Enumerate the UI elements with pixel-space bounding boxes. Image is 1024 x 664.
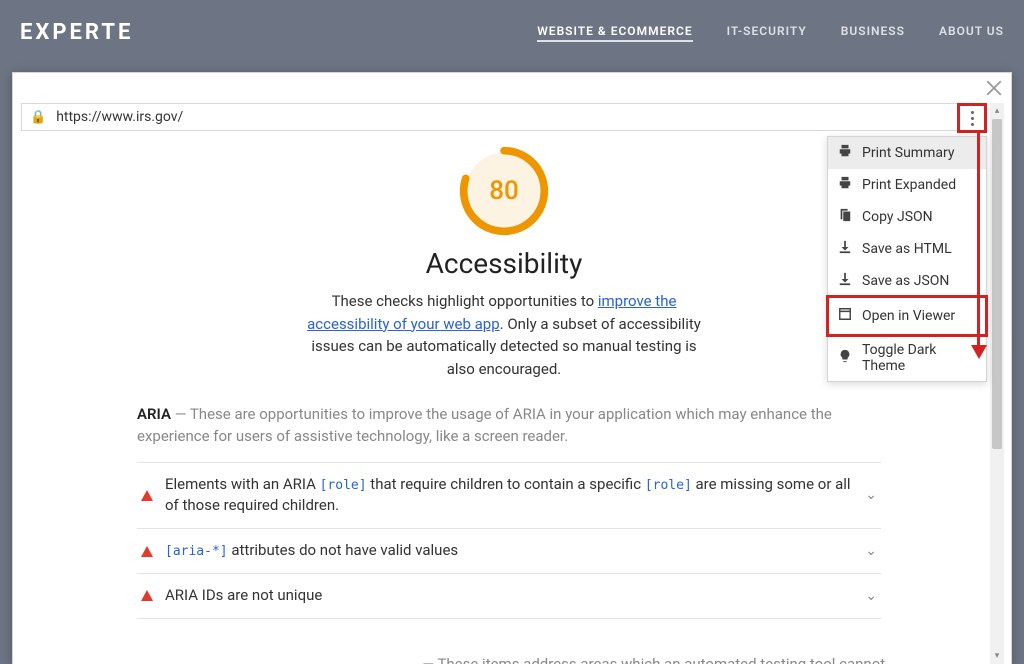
menu-label: Save as HTML xyxy=(862,241,952,257)
report-description: These checks highlight opportunities to … xyxy=(304,290,704,380)
menu-item-toggle-dark-theme[interactable]: Toggle Dark Theme xyxy=(828,335,986,381)
audit-row[interactable]: Elements with an ARIA [role] that requir… xyxy=(137,462,881,529)
manual-checks[interactable]: Additional items to manually check (10) … xyxy=(137,655,911,664)
menu-item-save-as-json[interactable]: Save as JSON xyxy=(828,265,986,297)
lock-icon: 🔒 xyxy=(30,110,46,125)
menu-item-open-in-viewer[interactable]: Open in Viewer xyxy=(828,297,986,335)
menu-label: Print Summary xyxy=(862,145,954,161)
url-bar: 🔒 https://www.irs.gov/ xyxy=(21,103,987,131)
audit-text: Elements with an ARIA [role] that requir… xyxy=(165,474,853,518)
audit-text: [aria-*] attributes do not have valid va… xyxy=(165,540,853,562)
menu-label: Save as JSON xyxy=(862,273,949,289)
url-text: https://www.irs.gov/ xyxy=(56,109,978,125)
tools-menu: Print Summary Print Expanded Copy JSON Save… xyxy=(827,136,987,382)
warning-icon xyxy=(141,490,153,501)
close-icon[interactable] xyxy=(985,79,1003,97)
menu-label: Copy JSON xyxy=(862,209,933,225)
bulb-icon xyxy=(838,349,852,367)
scrollbar[interactable]: ▴ ▾ xyxy=(990,103,1004,664)
kebab-menu-button[interactable] xyxy=(957,103,987,133)
menu-item-save-as-html[interactable]: Save as HTML xyxy=(828,233,986,265)
menu-item-print-expanded[interactable]: Print Expanded xyxy=(828,169,986,201)
scroll-thumb[interactable] xyxy=(992,119,1002,449)
nav-link[interactable]: ABOUT US xyxy=(939,24,1004,42)
score-value: 80 xyxy=(456,143,552,239)
kebab-icon xyxy=(971,111,974,126)
audit-row[interactable]: ARIA IDs are not unique ⌄ xyxy=(137,573,881,619)
menu-item-print-summary[interactable]: Print Summary xyxy=(828,137,986,169)
menu-label: Open in Viewer xyxy=(862,308,955,324)
chevron-down-icon: ⌄ xyxy=(865,586,877,606)
download-icon xyxy=(838,272,852,290)
viewer-icon xyxy=(838,307,852,325)
logo[interactable]: EXPERTE xyxy=(20,20,133,45)
menu-item-copy-json[interactable]: Copy JSON xyxy=(828,201,986,233)
manual-desc: — These items address areas which an aut… xyxy=(422,655,891,664)
report-modal: 🔒 https://www.irs.gov/ ▴ ▾ 80 Accessibil… xyxy=(12,72,1012,664)
warning-icon xyxy=(141,590,153,601)
audit-row[interactable]: [aria-*] attributes do not have valid va… xyxy=(137,528,881,573)
print-icon xyxy=(838,176,852,194)
score-gauge: 80 xyxy=(456,143,552,239)
audit-text: ARIA IDs are not unique xyxy=(165,585,853,607)
menu-label: Toggle Dark Theme xyxy=(862,342,976,374)
scroll-down-icon[interactable]: ▾ xyxy=(990,648,1004,664)
aria-intro: ARIA — These are opportunities to improv… xyxy=(137,404,881,448)
aria-section: ARIA — These are opportunities to improv… xyxy=(137,404,881,619)
nav-link[interactable]: BUSINESS xyxy=(841,24,905,42)
chevron-down-icon: ⌄ xyxy=(865,485,877,505)
warning-icon xyxy=(141,546,153,557)
site-header: EXPERTE WEBSITE & ECOMMERCE IT-SECURITY BU… xyxy=(0,0,1024,63)
menu-label: Print Expanded xyxy=(862,177,956,193)
nav-link[interactable]: IT-SECURITY xyxy=(727,24,807,42)
print-icon xyxy=(838,144,852,162)
copy-icon xyxy=(838,208,852,226)
nav-links: WEBSITE & ECOMMERCE IT-SECURITY BUSINESS AB… xyxy=(537,24,1004,42)
download-icon xyxy=(838,240,852,258)
chevron-down-icon: ⌄ xyxy=(865,541,877,561)
scroll-up-icon[interactable]: ▴ xyxy=(990,103,1004,119)
nav-link[interactable]: WEBSITE & ECOMMERCE xyxy=(537,24,692,42)
